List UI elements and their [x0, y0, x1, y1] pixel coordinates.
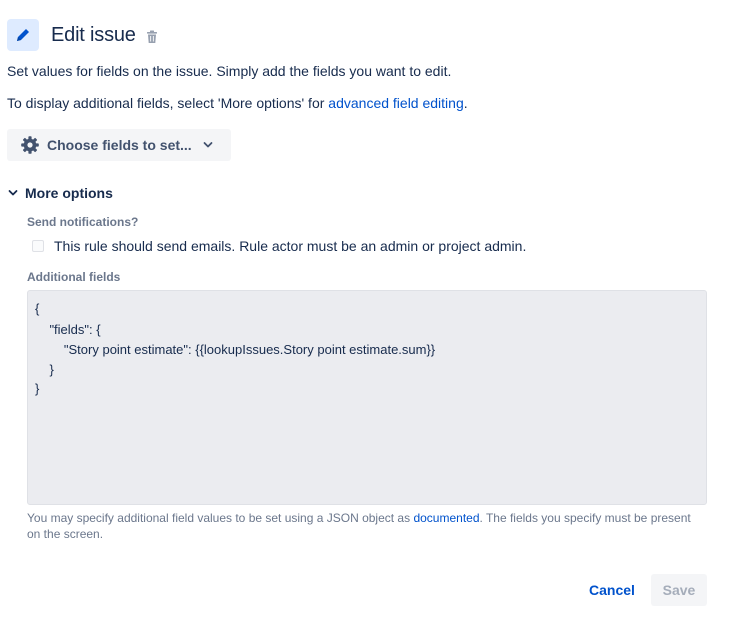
code-line: }: [35, 362, 54, 377]
trash-icon[interactable]: [146, 30, 158, 44]
editor-header: Edit issue: [7, 19, 158, 51]
choose-fields-label: Choose fields to set...: [47, 137, 192, 153]
help-prefix: You may specify additional field values …: [27, 511, 414, 525]
send-emails-checkbox-row[interactable]: This rule should send emails. Rule actor…: [32, 238, 526, 254]
documented-link[interactable]: documented: [413, 511, 479, 525]
send-emails-checkbox[interactable]: [32, 240, 44, 252]
more-options-label: More options: [25, 185, 113, 201]
code-line: }: [35, 381, 40, 396]
description-line-2-prefix: To display additional fields, select 'Mo…: [7, 95, 329, 111]
pencil-icon: [7, 19, 39, 51]
chevron-down-icon: [203, 141, 213, 149]
description-line-2-suffix: .: [463, 95, 468, 111]
send-emails-label: This rule should send emails. Rule actor…: [54, 238, 527, 254]
description-line-2: To display additional fields, select 'Mo…: [7, 95, 468, 111]
cancel-button[interactable]: Cancel: [580, 574, 644, 606]
code-line: "fields": {: [35, 322, 101, 337]
send-notifications-label: Send notifications?: [27, 215, 139, 229]
more-options-toggle[interactable]: More options: [8, 185, 113, 201]
chevron-down-icon: [8, 189, 18, 197]
code-line: {: [35, 301, 40, 316]
code-line: "Story point estimate": {{lookupIssues.S…: [35, 342, 436, 357]
description-line-1: Set values for fields on the issue. Simp…: [7, 63, 452, 79]
page-title: Edit issue: [51, 23, 136, 46]
save-button[interactable]: Save: [651, 574, 707, 606]
additional-fields-editor[interactable]: { "fields": { "Story point estimate": {{…: [27, 290, 707, 505]
additional-fields-label: Additional fields: [27, 270, 121, 284]
additional-fields-help: You may specify additional field values …: [27, 510, 697, 542]
gear-icon: [20, 135, 40, 155]
choose-fields-button[interactable]: Choose fields to set...: [7, 129, 231, 161]
advanced-field-editing-link[interactable]: advanced field editing: [328, 95, 463, 111]
